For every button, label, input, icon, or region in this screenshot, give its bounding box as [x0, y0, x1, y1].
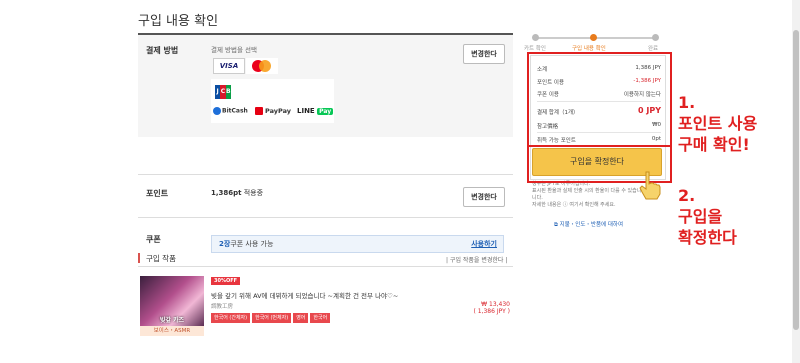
divider — [138, 266, 513, 267]
paypay-icon — [255, 107, 263, 115]
step-complete: 완료 — [648, 46, 659, 52]
step-dot-active — [590, 34, 597, 41]
language-tag: 한국어 — [310, 313, 331, 323]
coupon-box: 2장쿠폰 사용 가능 사용하기 — [211, 235, 504, 253]
payment-options: J C B BitCash PayPay LINE Pay — [211, 79, 334, 123]
bitcash-option[interactable]: BitCash — [213, 107, 248, 115]
scrollbar-thumb[interactable] — [793, 30, 799, 330]
works-section-title: 구입 작품 — [146, 254, 176, 263]
checkout-stepper: 카트 확인 구입 내용 확인 완료 — [524, 34, 659, 52]
pointer-hand-icon — [639, 171, 661, 200]
step-confirm: 구입 내용 확인 — [572, 46, 606, 52]
use-coupon-link[interactable]: 사용하기 — [471, 236, 497, 252]
payment-method-row: 결제 방법 결제 방법을 선택 VISA J C B BitCash PayPa… — [138, 33, 513, 137]
step-cart: 카트 확인 — [524, 46, 546, 52]
payment-select-label: 결제 방법을 선택 — [211, 46, 257, 54]
language-tag: 한국어 (번체자) — [252, 313, 292, 323]
thumbnail-caption: 빚갚 카즈 — [159, 317, 185, 324]
work-thumbnail[interactable]: 빚갚 카즈 — [140, 276, 204, 326]
language-tags: 한국어 (간체자) 한국어 (번체자) 영어 한국어 — [211, 313, 331, 323]
change-works-link[interactable]: | 구입 작품을 변경한다 | — [446, 255, 507, 264]
discount-badge: 30%OFF — [211, 277, 241, 285]
annotation-box-summary — [527, 52, 672, 147]
step-dot — [532, 34, 539, 41]
work-circle[interactable]: 調教工房 — [211, 302, 233, 310]
annotation-2: 2. 구입을 확정한다 — [678, 186, 737, 247]
annotation-1: 1. 포인트 사용 구매 확인! — [678, 93, 758, 154]
linepay-option[interactable]: LINE Pay — [297, 107, 334, 115]
change-payment-button[interactable]: 변경한다 — [463, 44, 505, 64]
paypay-option[interactable]: PayPay — [255, 107, 291, 115]
coupon-label: 쿠폰 — [146, 235, 161, 244]
payment-delivery-returns-link[interactable]: ⧉ 지불・인도・반품에 대하여 — [554, 220, 623, 229]
step-dot — [652, 34, 659, 41]
points-value: 1,386pt 적용중 — [211, 189, 264, 197]
visa-icon[interactable]: VISA — [213, 58, 245, 74]
bitcash-icon — [213, 107, 221, 115]
page-scrollbar[interactable] — [792, 0, 800, 363]
mastercard-icon[interactable] — [246, 58, 278, 74]
points-label: 포인트 — [146, 189, 169, 198]
change-points-button[interactable]: 변경한다 — [463, 187, 505, 207]
work-price: ₩ 13,430 ( 1,386 JPY ) — [473, 301, 510, 315]
language-tag: 영어 — [293, 313, 309, 323]
work-category: 보이스・ASMR — [140, 326, 204, 336]
page-title: 구입 내용 확인 — [138, 14, 219, 29]
language-tag: 한국어 (간체자) — [211, 313, 251, 323]
payment-method-label: 결제 방법 — [146, 46, 179, 55]
work-title[interactable]: 빚을 갚기 위해 AV에 데뷔하게 되었습니다 ~계획한 건 전부 나야♡~ — [211, 290, 451, 300]
jcb-icon[interactable]: J C B — [215, 85, 231, 99]
points-row: 포인트 1,386pt 적용중 변경한다 — [138, 174, 513, 216]
